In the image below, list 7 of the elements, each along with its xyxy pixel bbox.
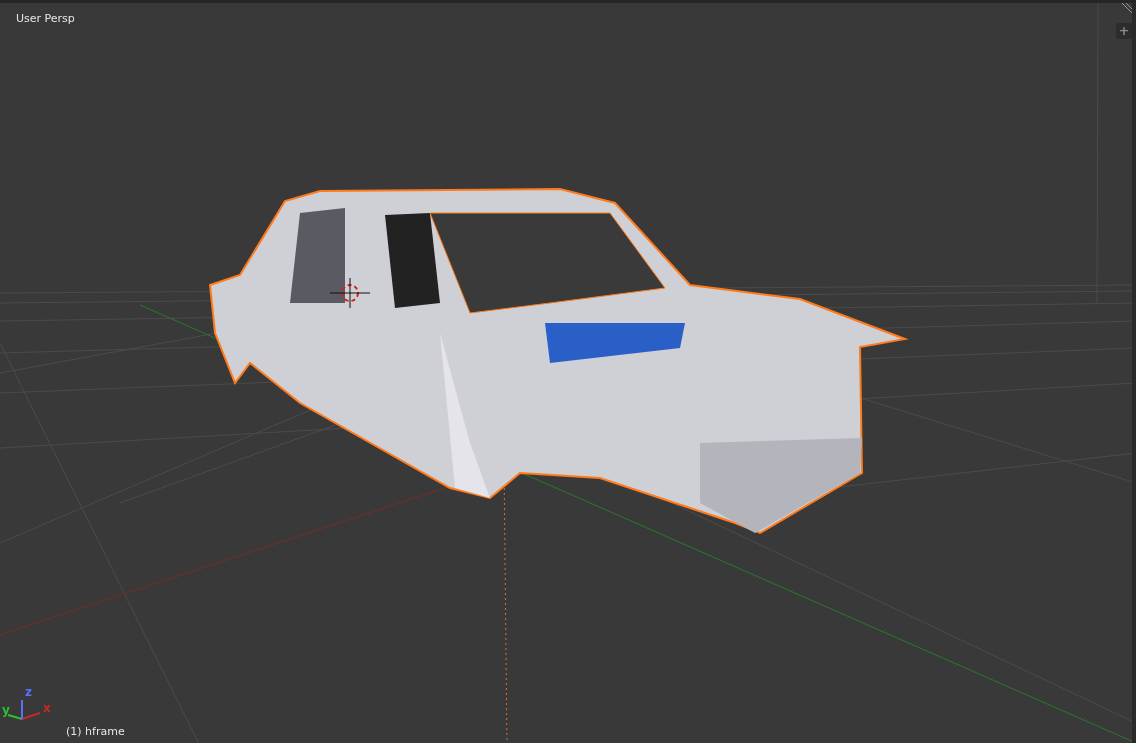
add-button[interactable]: +	[1116, 23, 1132, 39]
axis-label: y	[2, 703, 10, 717]
axis-label: z	[25, 685, 32, 699]
object-label: (1) hframe	[66, 725, 125, 738]
view-label: User Persp	[16, 12, 75, 25]
3d-cursor-icon	[329, 277, 371, 309]
axis-label: x	[43, 701, 51, 715]
